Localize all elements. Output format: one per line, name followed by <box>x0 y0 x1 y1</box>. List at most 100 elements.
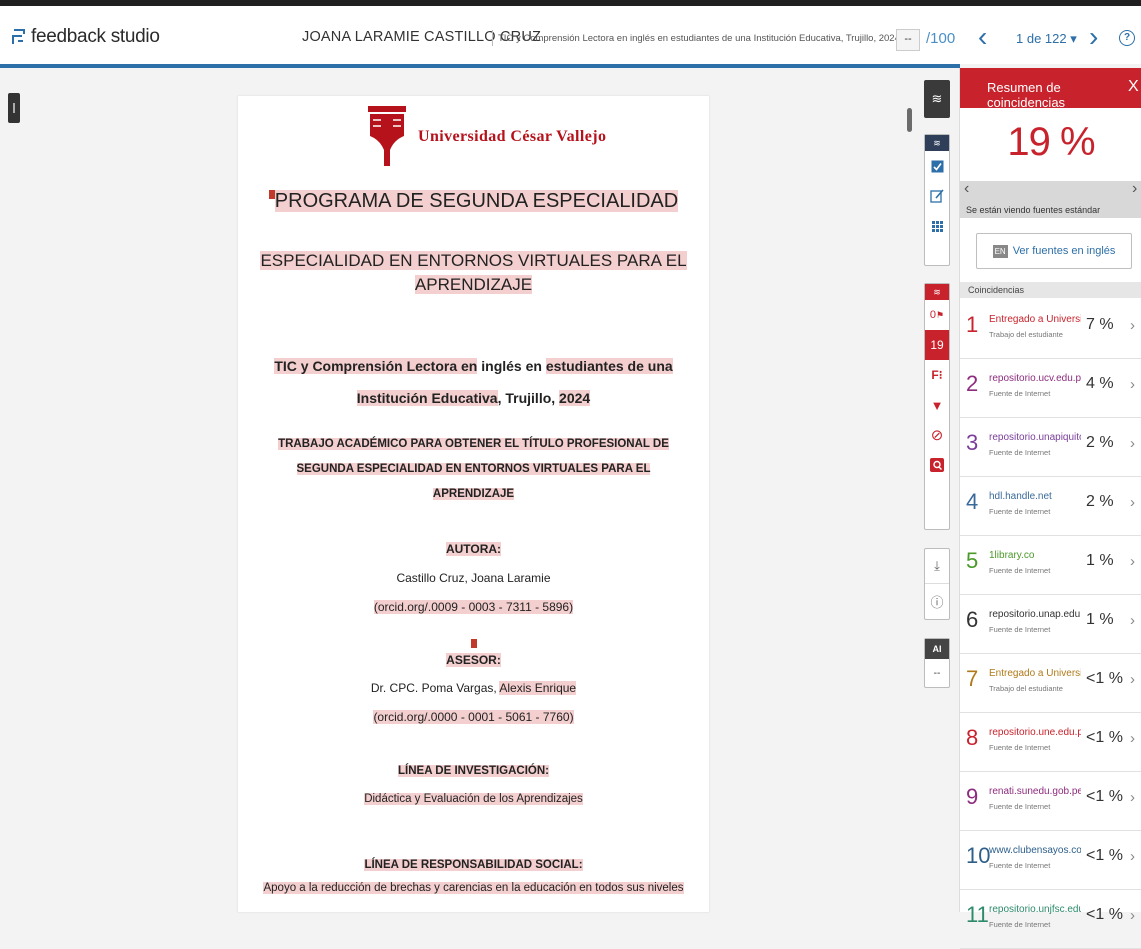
ai-score-button[interactable]: -- <box>925 659 949 687</box>
social-responsibility-text: Apoyo a la reducción de brechas y carenc… <box>263 882 684 894</box>
next-paper-chevron-icon[interactable]: › <box>1089 22 1098 52</box>
chevron-right-icon[interactable]: › <box>1132 180 1137 198</box>
chevron-right-icon[interactable]: › <box>1130 907 1135 924</box>
match-percent: 1 % <box>1086 611 1114 628</box>
match-row[interactable]: 1 Entregado a Universida... Trabajo del es… <box>960 300 1141 359</box>
match-row[interactable]: 7 Entregado a Universida... Trabajo del es… <box>960 654 1141 713</box>
rubric-grid-icon[interactable] <box>925 211 949 241</box>
filter-report-icon[interactable]: F⁝ <box>925 360 949 390</box>
match-source-title: hdl.handle.net <box>989 491 1052 502</box>
match-number: 9 <box>966 784 979 809</box>
sources-note: Se están viendo fuentes estándar <box>966 205 1101 215</box>
source-search-icon[interactable] <box>925 450 949 480</box>
filter-funnel-icon[interactable]: ▼ <box>925 390 949 420</box>
match-source-title: 1library.co <box>989 550 1035 561</box>
match-percent: <1 % <box>1086 729 1123 746</box>
layers-button[interactable]: ≋ <box>924 80 950 118</box>
help-icon[interactable]: ? <box>1119 30 1135 46</box>
document-scrollbar[interactable] <box>907 108 912 132</box>
match-marker-icon[interactable] <box>470 639 477 648</box>
edit-comment-icon[interactable] <box>925 181 949 211</box>
match-source-title: Entregado a Universida... <box>989 668 1081 679</box>
chevron-right-icon[interactable]: › <box>1130 789 1135 806</box>
similarity-tools-group: ≋ 0 ⚑ 19 F⁝ ▼ ⊘ <box>924 283 950 530</box>
english-badge-icon: EN <box>992 244 1008 258</box>
chevron-right-icon[interactable]: › <box>1130 848 1135 865</box>
match-percent: 2 % <box>1086 434 1114 451</box>
left-panel-toggle-handle[interactable] <box>8 93 20 123</box>
flag-icon: ⚑ <box>936 309 945 320</box>
chevron-right-icon[interactable]: › <box>1130 671 1135 688</box>
panel-title: Resumen de coincidencias <box>987 80 1066 110</box>
document-page: Universidad César Vallejo PROGRAMA DE SE… <box>238 96 709 912</box>
match-row[interactable]: 10 www.clubensayos.com Fuente de Internet <… <box>960 831 1141 890</box>
similarity-percent: 19 % <box>1007 120 1095 164</box>
match-source-type: Fuente de Internet <box>989 566 1051 575</box>
previous-paper-chevron-icon[interactable]: ‹ <box>978 22 987 52</box>
similarity-layer-icon: ≋ <box>925 284 949 300</box>
matches-list: 1 Entregado a Universida... Trabajo del es… <box>960 300 1141 949</box>
match-row[interactable]: 5 1library.co Fuente de Internet 1 % › <box>960 536 1141 595</box>
match-row[interactable]: 3 repositorio.unapiquitos... Fuente de Int… <box>960 418 1141 477</box>
chevron-right-icon[interactable]: › <box>1130 494 1135 511</box>
english-sources-button[interactable]: EN Ver fuentes en inglés <box>976 233 1132 269</box>
download-icon[interactable]: ⤓ <box>925 549 949 583</box>
match-percent: 7 % <box>1086 316 1114 333</box>
paper-pager-dropdown[interactable]: 1 de 122 ▾ <box>1016 31 1077 47</box>
source-view-bar: ‹ › Se están viendo fuentes estándar <box>960 180 1141 218</box>
program-heading: PROGRAMA DE SEGUNDA ESPECIALIDAD <box>238 190 709 213</box>
research-line-text: Didáctica y Evaluación de los Aprendizaj… <box>364 793 583 805</box>
match-source-type: Fuente de Internet <box>989 920 1051 929</box>
info-icon[interactable]: ⓘ <box>925 583 949 618</box>
university-logo: Universidad César Vallejo <box>368 106 606 168</box>
match-row[interactable]: 11repositorio.unjfsc.edu.pe Fuente de Int… <box>960 890 1141 949</box>
match-percent: 2 % <box>1086 493 1114 510</box>
match-overview-panel: Resumen de coincidencias X 19 % ‹ › Se e… <box>959 68 1141 949</box>
match-number: 8 <box>966 725 979 750</box>
match-source-type: Fuente de Internet <box>989 625 1051 634</box>
advisor-name: Dr. CPC. Poma Vargas, Alexis Enrique <box>370 681 577 695</box>
match-number: 3 <box>966 430 979 455</box>
match-row[interactable]: 6 repositorio.unap.edu.pe Fuente de Intern… <box>960 595 1141 654</box>
match-number: 2 <box>966 371 979 396</box>
exclusions-icon[interactable]: ⊘ <box>925 420 949 450</box>
match-number: 6 <box>966 607 979 632</box>
academic-work-heading: TRABAJO ACADÉMICO PARA OBTENER EL TÍTULO… <box>278 438 669 500</box>
thesis-title: TIC y Comprensión Lectora en inglés en e… <box>274 358 673 406</box>
grade-input[interactable]: -- <box>896 29 920 51</box>
chevron-left-icon[interactable]: ‹ <box>964 180 969 198</box>
chevron-right-icon[interactable]: › <box>1130 612 1135 629</box>
chevron-right-icon[interactable]: › <box>1130 553 1135 570</box>
match-percent: <1 % <box>1086 670 1123 687</box>
matches-header: Coincidencias <box>960 282 1141 298</box>
chevron-right-icon[interactable]: › <box>1130 730 1135 747</box>
match-row[interactable]: 2 repositorio.ucv.edu.pe Fuente de Interne… <box>960 359 1141 418</box>
chevron-right-icon[interactable]: › <box>1130 435 1135 452</box>
feedback-studio-logo[interactable]: feedback studio <box>10 26 160 48</box>
grading-tools-group: ≋ <box>924 134 950 266</box>
header-accent-line <box>0 64 960 68</box>
chevron-right-icon[interactable]: › <box>1130 317 1135 334</box>
match-marker-icon[interactable] <box>268 190 275 199</box>
match-percent: <1 % <box>1086 847 1123 864</box>
match-source-title: www.clubensayos.com <box>989 845 1081 856</box>
close-icon[interactable]: X <box>1128 78 1139 96</box>
match-number: 5 <box>966 548 979 573</box>
match-source-title: Entregado a Universida... <box>989 314 1081 325</box>
quickmark-checkbox-icon[interactable] <box>925 151 949 181</box>
match-percent: <1 % <box>1086 906 1123 923</box>
match-row[interactable]: 8 repositorio.une.edu.pe Fuente de Interne… <box>960 713 1141 772</box>
specialty-heading: ESPECIALIDAD EN ENTORNOS VIRTUALES PARA … <box>260 251 687 294</box>
chevron-right-icon[interactable]: › <box>1130 376 1135 393</box>
match-source-type: Fuente de Internet <box>989 802 1051 811</box>
match-source-type: Fuente de Internet <box>989 507 1051 516</box>
match-number: 7 <box>966 666 979 691</box>
match-percent: 1 % <box>1086 552 1114 569</box>
flags-button[interactable]: 0 ⚑ <box>925 300 949 330</box>
match-row[interactable]: 4 hdl.handle.net Fuente de Internet 2 % › <box>960 477 1141 536</box>
match-source-title: repositorio.unjfsc.edu.pe <box>989 904 1081 915</box>
match-source-type: Fuente de Internet <box>989 743 1051 752</box>
match-source-type: Trabajo del estudiante <box>989 684 1063 693</box>
match-row[interactable]: 9 renati.sunedu.gob.pe Fuente de Internet <… <box>960 772 1141 831</box>
similarity-score-button[interactable]: 19 <box>925 330 949 360</box>
